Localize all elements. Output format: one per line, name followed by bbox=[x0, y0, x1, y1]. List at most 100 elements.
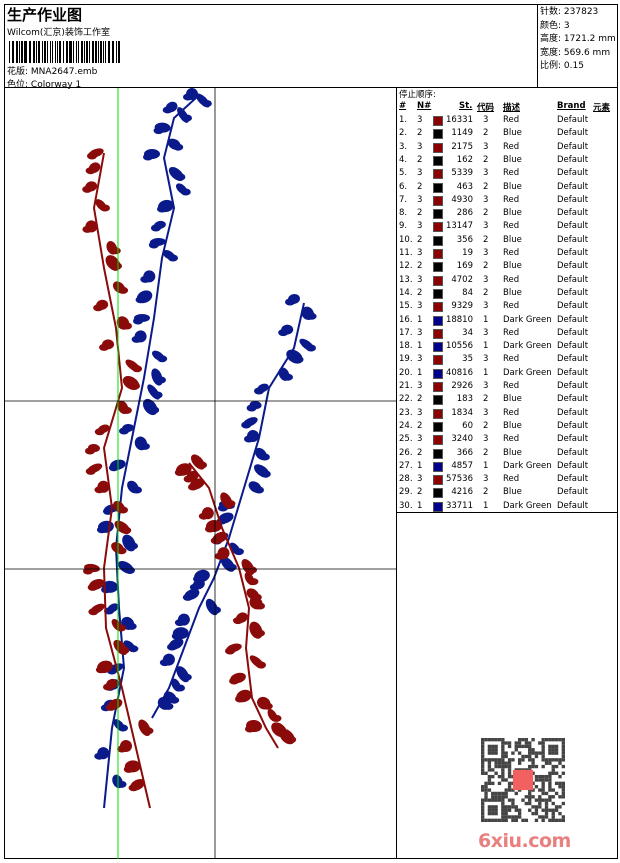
row-stitches: 18810 bbox=[445, 314, 473, 325]
row-desc: Red bbox=[503, 141, 520, 152]
row-num: 9. bbox=[399, 221, 408, 232]
row-needle: 1 bbox=[417, 500, 423, 511]
row-brand: Default bbox=[557, 274, 589, 285]
color-swatch bbox=[433, 315, 443, 326]
row-brand: Default bbox=[557, 115, 589, 125]
red-vine-left-leaf bbox=[83, 567, 93, 575]
row-needle: 3 bbox=[417, 115, 423, 125]
row-desc: Red bbox=[503, 381, 520, 391]
row-brand: Default bbox=[557, 394, 589, 405]
row-needle: 3 bbox=[417, 381, 423, 391]
value: 569.6 mm bbox=[563, 47, 611, 58]
row-code: 3 bbox=[483, 248, 489, 258]
row-brand: Default bbox=[557, 434, 589, 445]
row-num: 7. bbox=[399, 194, 408, 205]
stamp-icon bbox=[512, 769, 534, 791]
row-needle: 3 bbox=[417, 474, 423, 485]
row-code: 2 bbox=[483, 447, 489, 458]
color-swatch bbox=[433, 421, 443, 432]
red-vine-left-leaf bbox=[95, 666, 106, 674]
row-needle: 3 bbox=[417, 327, 423, 338]
red-vine-right-leaf bbox=[210, 537, 221, 545]
row-code: 2 bbox=[483, 261, 489, 272]
blue-vine-right-leaf bbox=[278, 329, 289, 337]
row-code: 3 bbox=[483, 194, 489, 205]
row-num: 1. bbox=[399, 115, 408, 125]
color-swatch bbox=[433, 288, 443, 299]
col-stitches: St. bbox=[459, 101, 473, 111]
row-needle: 2 bbox=[417, 234, 423, 245]
blue-vine-right-leaf bbox=[254, 464, 270, 478]
blue-vine-left-leaf bbox=[183, 93, 193, 101]
blue-vine-right-leaf bbox=[159, 659, 170, 667]
row-brand: Default bbox=[557, 447, 589, 458]
row-num: 19. bbox=[399, 354, 413, 365]
red-vine-right-leaf bbox=[248, 578, 259, 586]
row-code: 1 bbox=[483, 367, 489, 378]
row-desc: Blue bbox=[503, 420, 522, 431]
blue-vine-left-leaf bbox=[180, 188, 191, 196]
row-brand: Default bbox=[557, 474, 589, 485]
row-desc: Dark Green bbox=[503, 500, 552, 511]
row-brand: Default bbox=[557, 248, 589, 258]
row-num: 29. bbox=[399, 487, 413, 498]
row-needle: 2 bbox=[417, 394, 423, 405]
stop-sequence-list: 停止顺序: # N# St. 代码 描述 Brand 元素 1. 3 16331… bbox=[397, 88, 618, 513]
row-brand: Default bbox=[557, 208, 589, 219]
row-code: 1 bbox=[483, 460, 489, 471]
color-swatch bbox=[433, 262, 443, 273]
row-code: 3 bbox=[483, 381, 489, 391]
header: 生产作业图 Wilcom(汇京)装饰工作室 花版: MNA2647.emb 色位… bbox=[4, 4, 618, 90]
row-stitches: 366 bbox=[456, 447, 473, 458]
row-stitches: 1834 bbox=[451, 407, 473, 418]
row-num: 28. bbox=[399, 474, 413, 485]
row-code: 2 bbox=[483, 128, 489, 139]
row-desc: Dark Green bbox=[503, 314, 552, 325]
blue-vine-left-leaf bbox=[153, 127, 164, 135]
col-needle: N# bbox=[417, 101, 432, 111]
blue-vine-right-leaf bbox=[174, 619, 185, 627]
blue-vine-right-leaf bbox=[285, 298, 295, 306]
row-stitches: 4702 bbox=[451, 274, 473, 285]
row-needle: 2 bbox=[417, 447, 423, 458]
row-stitches: 286 bbox=[456, 208, 473, 219]
row-brand: Default bbox=[557, 354, 589, 365]
row-brand: Default bbox=[557, 407, 589, 418]
row-code: 3 bbox=[483, 274, 489, 285]
row-num: 24. bbox=[399, 420, 413, 431]
red-vine-right-leaf bbox=[225, 647, 235, 655]
row-desc: Red bbox=[503, 474, 520, 485]
col-brand: Brand bbox=[557, 101, 586, 111]
blue-vine-left-leaf bbox=[125, 566, 136, 574]
row-brand: Default bbox=[557, 460, 589, 471]
blue-vine-right-stem bbox=[151, 302, 305, 719]
row-needle: 3 bbox=[417, 168, 423, 179]
table-row: 19. 3 35 3 Red Default bbox=[397, 354, 618, 367]
row-code: 3 bbox=[483, 407, 489, 418]
design-preview bbox=[4, 88, 397, 859]
embroidery-design bbox=[4, 88, 397, 859]
table-row: 2. 2 1149 2 Blue Default bbox=[397, 128, 618, 141]
blue-vine-left-leaf bbox=[201, 99, 212, 107]
row-num: 11. bbox=[399, 248, 413, 258]
row-code: 1 bbox=[483, 341, 489, 352]
color-swatch bbox=[433, 275, 443, 286]
blue-vine-right-leaf bbox=[181, 673, 192, 681]
color-swatch bbox=[433, 501, 443, 512]
row-desc: Dark Green bbox=[503, 460, 552, 471]
design-file-label: 花版: bbox=[7, 67, 29, 77]
row-brand: Default bbox=[557, 341, 589, 352]
watermark: 6xiu.com bbox=[478, 830, 571, 852]
color-swatch bbox=[433, 302, 443, 313]
row-brand: Default bbox=[557, 287, 589, 298]
row-stitches: 10556 bbox=[445, 341, 473, 352]
row-needle: 2 bbox=[417, 287, 423, 298]
color-swatch bbox=[433, 342, 443, 353]
row-code: 2 bbox=[483, 208, 489, 219]
row-brand: Default bbox=[557, 234, 589, 245]
col-num: # bbox=[399, 101, 407, 111]
blue-vine-left-leaf bbox=[108, 464, 119, 472]
row-desc: Red bbox=[503, 407, 520, 418]
blue-vine-left-leaf bbox=[128, 542, 138, 550]
red-vine-left-leaf bbox=[82, 185, 93, 193]
